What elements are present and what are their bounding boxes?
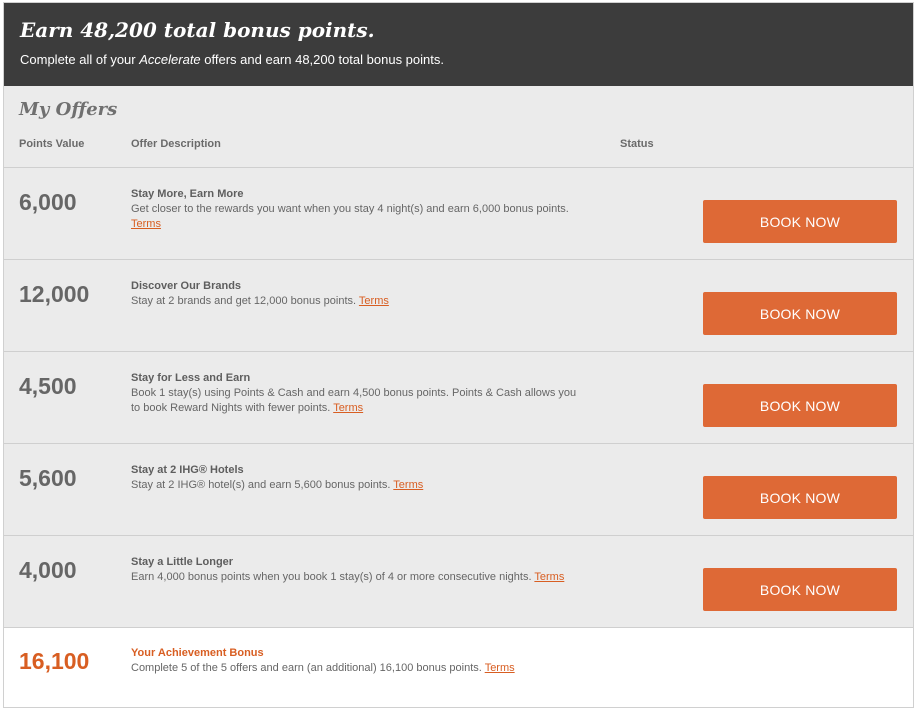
offer-description: Stay for Less and Earn Book 1 stay(s) us… xyxy=(131,371,581,416)
book-now-button[interactable]: BOOK NOW xyxy=(703,384,897,427)
bonus-description: Your Achievement Bonus Complete 5 of the… xyxy=(131,646,581,676)
book-now-button[interactable]: BOOK NOW xyxy=(703,200,897,243)
offer-title: Stay More, Earn More xyxy=(131,188,244,200)
offer-points: 4,500 xyxy=(19,373,77,399)
book-now-button[interactable]: BOOK NOW xyxy=(703,476,897,519)
bonus-header: Earn 48,200 total bonus points. Complete… xyxy=(4,3,913,86)
header-title: Earn 48,200 total bonus points. xyxy=(20,18,375,42)
book-now-button[interactable]: BOOK NOW xyxy=(703,292,897,335)
offer-points: 6,000 xyxy=(19,189,77,215)
offer-points: 5,600 xyxy=(19,465,77,491)
offer-title: Stay for Less and Earn xyxy=(131,372,251,384)
subtitle-suffix: offers and earn 48,200 total bonus point… xyxy=(200,52,444,67)
bonus-points: 16,100 xyxy=(19,648,90,674)
offer-description: Discover Our Brands Stay at 2 brands and… xyxy=(131,279,581,309)
column-offer-description: Offer Description xyxy=(131,138,221,150)
achievement-bonus-row: 16,100 Your Achievement Bonus Complete 5… xyxy=(4,628,913,706)
offer-description: Stay a Little Longer Earn 4,000 bonus po… xyxy=(131,555,581,585)
offers-heading: My Offers xyxy=(19,99,118,120)
offer-row: 6,000 Stay More, Earn More Get closer to… xyxy=(4,168,913,260)
offer-title: Discover Our Brands xyxy=(131,280,242,292)
offer-text: Stay at 2 brands and get 12,000 bonus po… xyxy=(131,295,357,307)
book-now-button[interactable]: BOOK NOW xyxy=(703,568,897,611)
offer-text: Get closer to the rewards you want when … xyxy=(131,203,569,215)
offer-title: Stay a Little Longer xyxy=(131,556,234,568)
offers-table-header: My Offers Points Value Offer Description… xyxy=(4,86,913,168)
offer-text: Stay at 2 IHG® hotel(s) and earn 5,600 b… xyxy=(131,479,391,491)
offer-points: 4,000 xyxy=(19,557,77,583)
bonus-text: Complete 5 of the 5 offers and earn (an … xyxy=(131,662,482,674)
terms-link[interactable]: Terms xyxy=(333,402,363,414)
offer-row: 4,000 Stay a Little Longer Earn 4,000 bo… xyxy=(4,536,913,628)
terms-link[interactable]: Terms xyxy=(393,479,423,491)
subtitle-program-name: Accelerate xyxy=(139,52,201,67)
terms-link[interactable]: Terms xyxy=(485,662,515,674)
offer-points: 12,000 xyxy=(19,281,90,307)
offer-title: Stay at 2 IHG® Hotels xyxy=(131,464,244,476)
terms-link[interactable]: Terms xyxy=(534,571,564,583)
column-status: Status xyxy=(620,138,654,150)
offer-description: Stay More, Earn More Get closer to the r… xyxy=(131,187,581,232)
bonus-title: Your Achievement Bonus xyxy=(131,647,264,659)
offer-text: Earn 4,000 bonus points when you book 1 … xyxy=(131,571,532,583)
terms-link[interactable]: Terms xyxy=(359,295,389,307)
offer-row: 12,000 Discover Our Brands Stay at 2 bra… xyxy=(4,260,913,352)
header-subtitle: Complete all of your Accelerate offers a… xyxy=(20,52,897,68)
offer-row: 4,500 Stay for Less and Earn Book 1 stay… xyxy=(4,352,913,444)
offer-description: Stay at 2 IHG® Hotels Stay at 2 IHG® hot… xyxy=(131,463,581,493)
terms-link[interactable]: Terms xyxy=(131,218,161,230)
column-points-value: Points Value xyxy=(19,138,85,150)
offer-row: 5,600 Stay at 2 IHG® Hotels Stay at 2 IH… xyxy=(4,444,913,536)
subtitle-prefix: Complete all of your xyxy=(20,52,140,67)
offers-card: Earn 48,200 total bonus points. Complete… xyxy=(3,2,914,708)
